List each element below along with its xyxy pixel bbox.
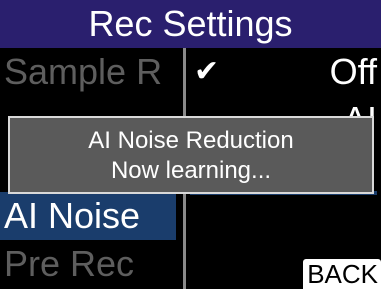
option-label: Off [329, 51, 377, 92]
dialog-status: Now learning... [110, 157, 272, 184]
ai-noise-dialog: AI Noise Reduction Now learning... [8, 116, 374, 194]
option-off[interactable]: ✔ Off [186, 48, 381, 96]
checkmark-icon: ✔ [194, 55, 220, 88]
back-button[interactable]: BACK [303, 259, 381, 289]
menu-item-sample-rate[interactable]: Sample R [4, 48, 182, 96]
dialog-title: AI Noise Reduction [88, 127, 294, 154]
screen-title: Rec Settings [0, 0, 381, 48]
menu-item-pre-rec[interactable]: Pre Rec [4, 240, 182, 288]
menu-item-ai-noise[interactable]: AI Noise [0, 192, 176, 240]
